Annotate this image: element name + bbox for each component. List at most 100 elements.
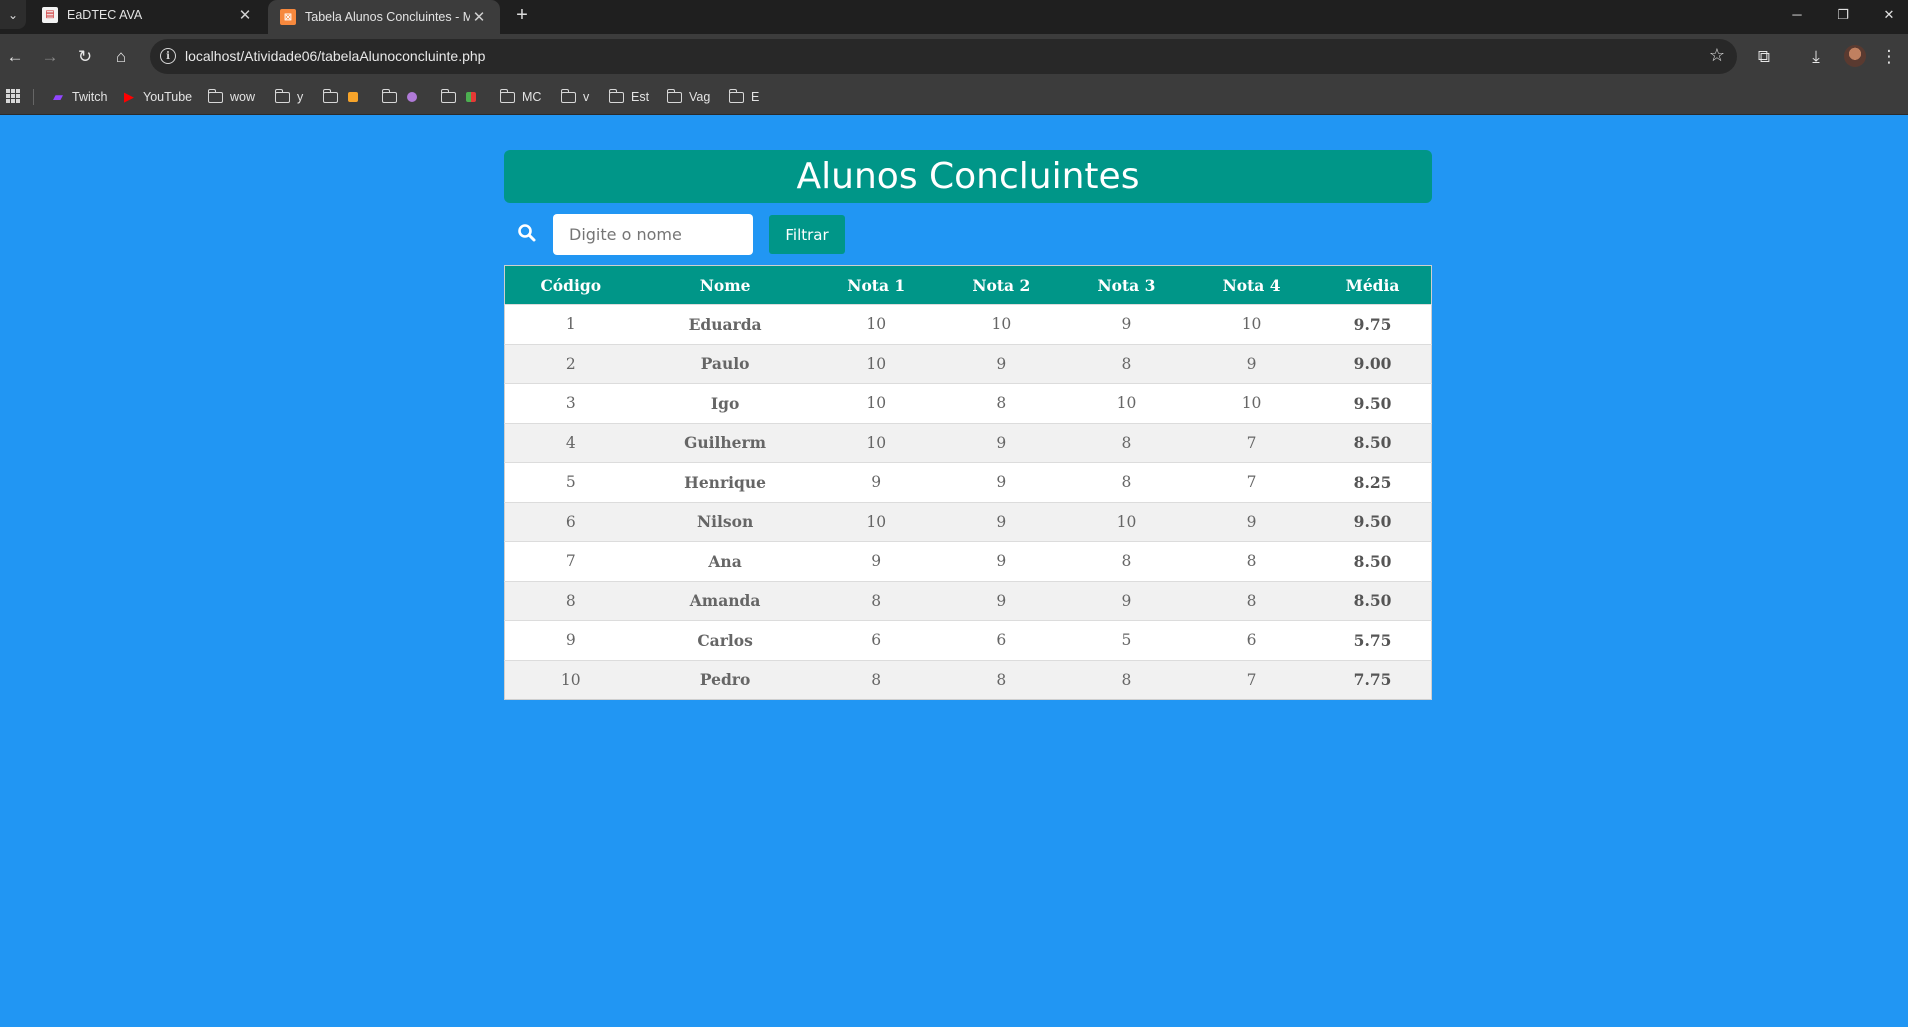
table-cell-n4: 7 <box>1189 422 1315 463</box>
column-header: Nome <box>636 265 814 305</box>
bookmark-folder-e[interactable]: E <box>728 87 760 107</box>
table-cell-name: Henrique <box>636 462 814 502</box>
table-cell-code: 6 <box>504 501 637 542</box>
students-table: Código Nome Nota 1 Nota 2 Nota 3 Nota 4 … <box>504 265 1432 700</box>
bookmark-folder-y[interactable]: y <box>274 87 304 107</box>
table-cell-n4: 9 <box>1189 501 1315 542</box>
tab-eadtec-ava[interactable]: ▤ EaDTEC AVA ✕ <box>30 0 266 29</box>
table-cell-name: Ana <box>636 541 814 581</box>
tab-title: EaDTEC AVA <box>67 7 143 22</box>
folder-icon <box>440 88 456 103</box>
table-cell-code: 8 <box>504 580 637 621</box>
table-cell-avg: 9.50 <box>1314 383 1432 423</box>
page-content: Alunos Concluintes Filtrar Código Nome N… <box>0 115 1908 1027</box>
table-cell-n3: 5 <box>1063 620 1189 660</box>
table-cell-name: Amanda <box>636 580 814 621</box>
tab-tabela-alunos[interactable]: ⊠ Tabela Alunos Concluintes - MY ✕ <box>268 0 500 34</box>
column-header: Nota 2 <box>938 265 1064 305</box>
folder-icon <box>274 88 290 103</box>
bookmark-label: y <box>297 90 304 104</box>
table-cell-name: Eduarda <box>636 304 814 344</box>
table-cell-code: 3 <box>504 383 637 423</box>
table-cell-avg: 8.25 <box>1314 462 1432 502</box>
tab-title: Tabela Alunos Concluintes - MY <box>305 10 470 24</box>
table-cell-avg: 8.50 <box>1314 580 1432 621</box>
bookmark-folder-est[interactable]: Est <box>608 87 649 107</box>
more-menu-icon[interactable]: ⋮ <box>1874 42 1904 72</box>
table-row: 6 Nilson 10 9 10 9 9.50 <box>504 501 1432 542</box>
minimize-window-icon[interactable]: ─ <box>1774 0 1820 29</box>
url-text[interactable]: localhost/Atividade06/tabelaAlunoconclui… <box>185 48 485 64</box>
bookmark-folder-vag[interactable]: Vag <box>666 87 710 107</box>
table-cell-n1: 8 <box>813 580 939 621</box>
youtube-icon: ▶ <box>124 89 134 104</box>
download-icon[interactable]: ⤓ <box>1801 42 1831 72</box>
address-bar[interactable]: i localhost/Atividade06/tabelaAlunoconcl… <box>150 39 1737 74</box>
table-cell-n3: 8 <box>1063 462 1189 502</box>
table-cell-n4: 10 <box>1189 304 1315 344</box>
bookmark-folder-4[interactable] <box>381 87 417 107</box>
bookmark-youtube[interactable]: ▶ YouTube <box>121 87 192 107</box>
table-cell-n4: 10 <box>1189 383 1315 423</box>
table-cell-n4: 8 <box>1189 541 1315 581</box>
bookmark-folder-mc[interactable]: MC <box>499 87 541 107</box>
table-cell-n4: 6 <box>1189 620 1315 660</box>
bookmark-folder-3[interactable] <box>322 87 358 107</box>
table-cell-code: 4 <box>504 422 637 463</box>
table-cell-avg: 5.75 <box>1314 620 1432 660</box>
restore-window-icon[interactable]: ❐ <box>1820 0 1866 29</box>
home-icon[interactable]: ⌂ <box>106 42 136 72</box>
folder-icon <box>381 88 397 103</box>
table-row: 5 Henrique 9 9 8 7 8.25 <box>504 462 1432 502</box>
eadtec-favicon-icon: ▤ <box>42 6 58 23</box>
table-row: 2 Paulo 10 9 8 9 9.00 <box>504 343 1432 384</box>
table-cell-n2: 8 <box>938 659 1064 700</box>
table-cell-n2: 9 <box>938 462 1064 502</box>
bookmark-label: E <box>751 90 760 104</box>
folder-icon <box>608 88 624 103</box>
xampp-favicon-icon: ⊠ <box>280 9 296 25</box>
main-container: Alunos Concluintes Filtrar Código Nome N… <box>504 150 1432 700</box>
bookmark-label: v <box>583 90 590 104</box>
table-cell-n3: 8 <box>1063 659 1189 700</box>
column-header: Código <box>504 265 637 305</box>
back-arrow-icon[interactable]: ← <box>0 42 30 72</box>
bookmark-twitch[interactable]: ▰ Twitch <box>50 87 107 107</box>
bookmark-star-icon[interactable]: ☆ <box>1709 45 1725 66</box>
table-cell-n3: 10 <box>1063 383 1189 423</box>
column-header: Nota 4 <box>1189 265 1315 305</box>
table-cell-code: 9 <box>504 620 637 660</box>
tab-strip: ⌄ ▤ EaDTEC AVA ✕ ⊠ Tabela Alunos Conclui… <box>0 0 1908 34</box>
search-input[interactable] <box>553 214 753 255</box>
new-tab-plus-icon[interactable]: + <box>510 3 534 27</box>
tab-search-chevron-icon[interactable]: ⌄ <box>0 0 26 29</box>
bookmark-label: YouTube <box>143 90 193 104</box>
filter-button[interactable]: Filtrar <box>769 215 845 254</box>
table-cell-name: Igo <box>636 383 814 423</box>
bookmark-folder-wow[interactable]: wow <box>207 87 256 107</box>
bookmark-folder-v[interactable]: v <box>560 87 590 107</box>
bookmark-label: wow <box>230 90 256 104</box>
table-cell-n3: 8 <box>1063 541 1189 581</box>
profile-avatar[interactable] <box>1844 45 1866 67</box>
close-window-icon[interactable]: ✕ <box>1866 0 1908 29</box>
apps-grid-icon[interactable] <box>6 89 20 103</box>
table-row: 3 Igo 10 8 10 10 9.50 <box>504 383 1432 423</box>
table-row: 4 Guilherm 10 9 8 7 8.50 <box>504 422 1432 463</box>
table-cell-avg: 8.50 <box>1314 422 1432 463</box>
table-cell-avg: 9.50 <box>1314 501 1432 542</box>
forward-arrow-icon[interactable]: → <box>35 42 65 72</box>
table-cell-avg: 8.50 <box>1314 541 1432 581</box>
bookmark-folder-5[interactable] <box>440 87 476 107</box>
extensions-puzzle-icon[interactable]: ⧉ <box>1749 42 1779 72</box>
bookmark-favicon-icon <box>466 92 476 102</box>
close-tab-icon[interactable]: ✕ <box>236 6 254 24</box>
table-cell-n2: 9 <box>938 422 1064 463</box>
site-info-icon[interactable]: i <box>160 48 176 64</box>
table-cell-code: 7 <box>504 541 637 581</box>
bookmark-favicon-icon <box>407 92 417 102</box>
table-cell-code: 2 <box>504 343 637 384</box>
table-cell-name: Carlos <box>636 620 814 660</box>
close-tab-icon[interactable]: ✕ <box>470 8 488 26</box>
reload-icon[interactable]: ↻ <box>70 42 100 72</box>
